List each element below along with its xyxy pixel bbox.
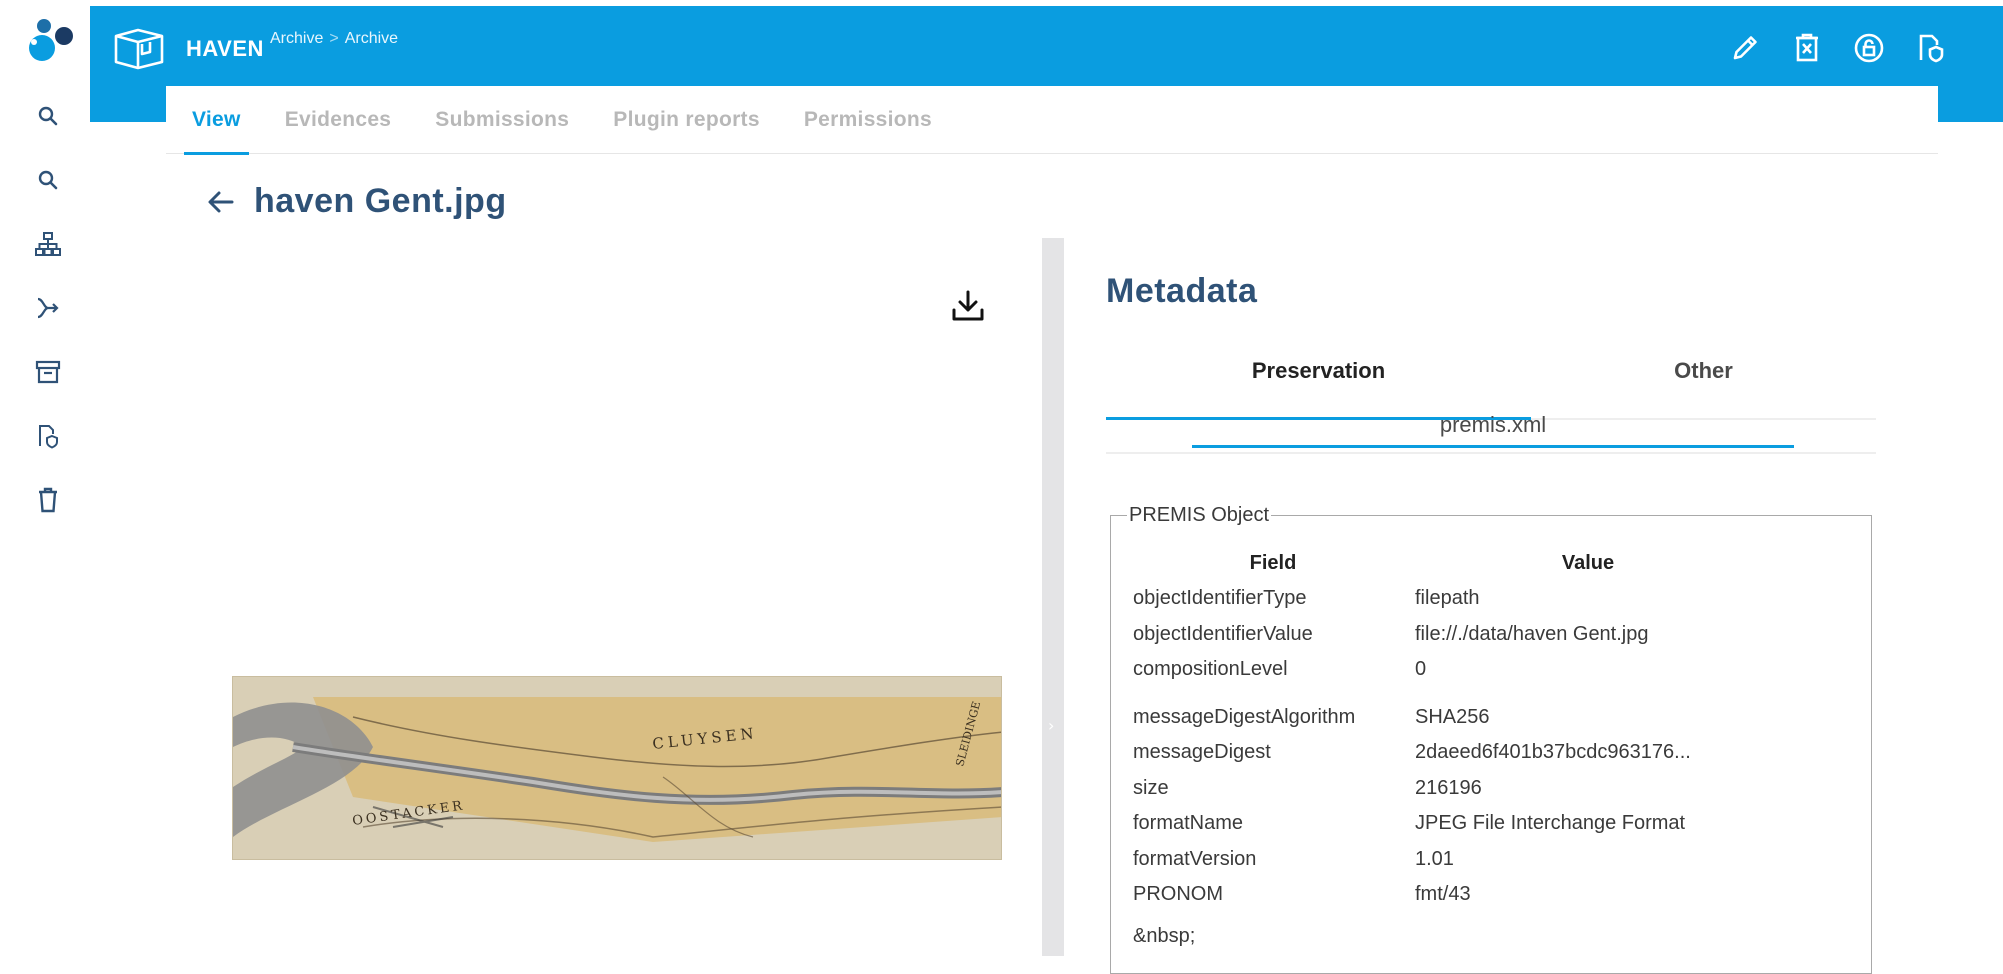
divider — [1106, 452, 1876, 454]
tab-view[interactable]: View — [184, 86, 249, 155]
edit-icon[interactable] — [1727, 30, 1763, 66]
field-value: filepath — [1415, 587, 1480, 610]
premis-object-legend: PREMIS Object — [1129, 504, 1270, 526]
metadata-panel: Metadata Preservation Other premis.xml P… — [1106, 238, 1876, 974]
download-icon[interactable] — [950, 288, 986, 324]
table-row: objectIdentifierValue file://./data/haven… — [1133, 617, 1853, 653]
column-header-field: Field — [1249, 551, 1297, 574]
page-title: haven Gent.jpg — [254, 182, 507, 220]
tab-submissions[interactable]: Submissions — [435, 86, 569, 154]
field-name: size — [1133, 776, 1169, 799]
premis-table: Field Value objectIdentifierType filepath… — [1133, 545, 1853, 955]
ingest-flow-icon[interactable] — [28, 288, 68, 328]
lock-icon[interactable] — [1851, 30, 1887, 66]
table-row: messageDigestAlgorithm SHA256 — [1133, 700, 1853, 736]
field-value: 1.01 — [1415, 847, 1454, 870]
arrow-left-icon[interactable] — [206, 187, 236, 217]
field-value: SHA256 — [1415, 705, 1490, 728]
page-title-row: haven Gent.jpg — [206, 182, 507, 221]
shield-document-icon[interactable] — [1913, 30, 1949, 66]
breadcrumb: Archive > Archive — [270, 30, 398, 48]
search-icon[interactable] — [28, 160, 68, 200]
header-actions — [1727, 30, 1949, 66]
trailing-text: &nbsp; — [1133, 925, 1196, 947]
premis-object-fieldset: PREMIS Object Field Value objectIdentifi… — [1110, 504, 1872, 974]
tab-premis-xml[interactable]: premis.xml — [1192, 404, 1794, 448]
panel-splitter[interactable]: › — [1042, 238, 1064, 956]
archive-box-icon[interactable] — [28, 352, 68, 392]
field-value: fmt/43 — [1415, 883, 1471, 906]
field-name: PRONOM — [1133, 883, 1223, 906]
app-logo-icon[interactable] — [22, 14, 78, 70]
table-header: Field Value — [1133, 545, 1853, 581]
left-rail — [0, 0, 90, 956]
delete-document-icon[interactable] — [1789, 30, 1825, 66]
historic-map-graphic: CLUYSEN OOSTACKER SLEIDINGE — [233, 677, 1001, 859]
table-row: objectIdentifierType filepath — [1133, 581, 1853, 617]
box-icon — [114, 28, 164, 70]
tab-permissions[interactable]: Permissions — [804, 86, 932, 154]
chevron-right-icon[interactable]: › — [1048, 716, 1054, 735]
field-name: messageDigest — [1133, 741, 1271, 764]
field-name: objectIdentifierValue — [1133, 622, 1313, 645]
column-header-value: Value — [1561, 551, 1615, 574]
field-value: file://./data/haven Gent.jpg — [1415, 622, 1649, 645]
table-row: PRONOM fmt/43 — [1133, 877, 1853, 913]
breadcrumb-item[interactable]: Archive — [345, 30, 398, 48]
field-name: formatName — [1133, 812, 1244, 835]
search-icon[interactable] — [28, 96, 68, 136]
field-value: JPEG File Interchange Format — [1415, 812, 1686, 835]
metadata-heading: Metadata — [1106, 272, 1258, 310]
table-row: compositionLevel 0 — [1133, 652, 1853, 688]
tab-plugin-reports[interactable]: Plugin reports — [613, 86, 760, 154]
breadcrumb-separator: > — [329, 30, 339, 47]
brand-name: HAVEN — [186, 36, 264, 61]
file-viewer: CLUYSEN OOSTACKER SLEIDINGE — [166, 238, 1042, 956]
field-name: compositionLevel — [1133, 658, 1288, 681]
field-name: objectIdentifierType — [1133, 587, 1307, 610]
hierarchy-icon[interactable] — [28, 224, 68, 264]
field-name: messageDigestAlgorithm — [1133, 705, 1356, 728]
breadcrumb-item[interactable]: Archive — [270, 30, 323, 48]
table-row: formatVersion 1.01 — [1133, 842, 1853, 878]
object-tabs: View Evidences Submissions Plugin report… — [166, 86, 1938, 155]
map-image[interactable]: CLUYSEN OOSTACKER SLEIDINGE — [232, 676, 1002, 860]
table-row: messageDigest 2daeed6f401b37bcdc963176... — [1133, 735, 1853, 771]
tab-evidences[interactable]: Evidences — [285, 86, 392, 154]
field-value: 0 — [1415, 658, 1427, 681]
shield-document-icon[interactable] — [28, 416, 68, 456]
table-row: formatName JPEG File Interchange Format — [1133, 806, 1853, 842]
field-value: 2daeed6f401b37bcdc963176... — [1415, 741, 1691, 764]
field-name: formatVersion — [1133, 847, 1257, 870]
trash-icon[interactable] — [28, 480, 68, 520]
table-row: size 216196 — [1133, 771, 1853, 807]
field-value: 216196 — [1415, 776, 1482, 799]
